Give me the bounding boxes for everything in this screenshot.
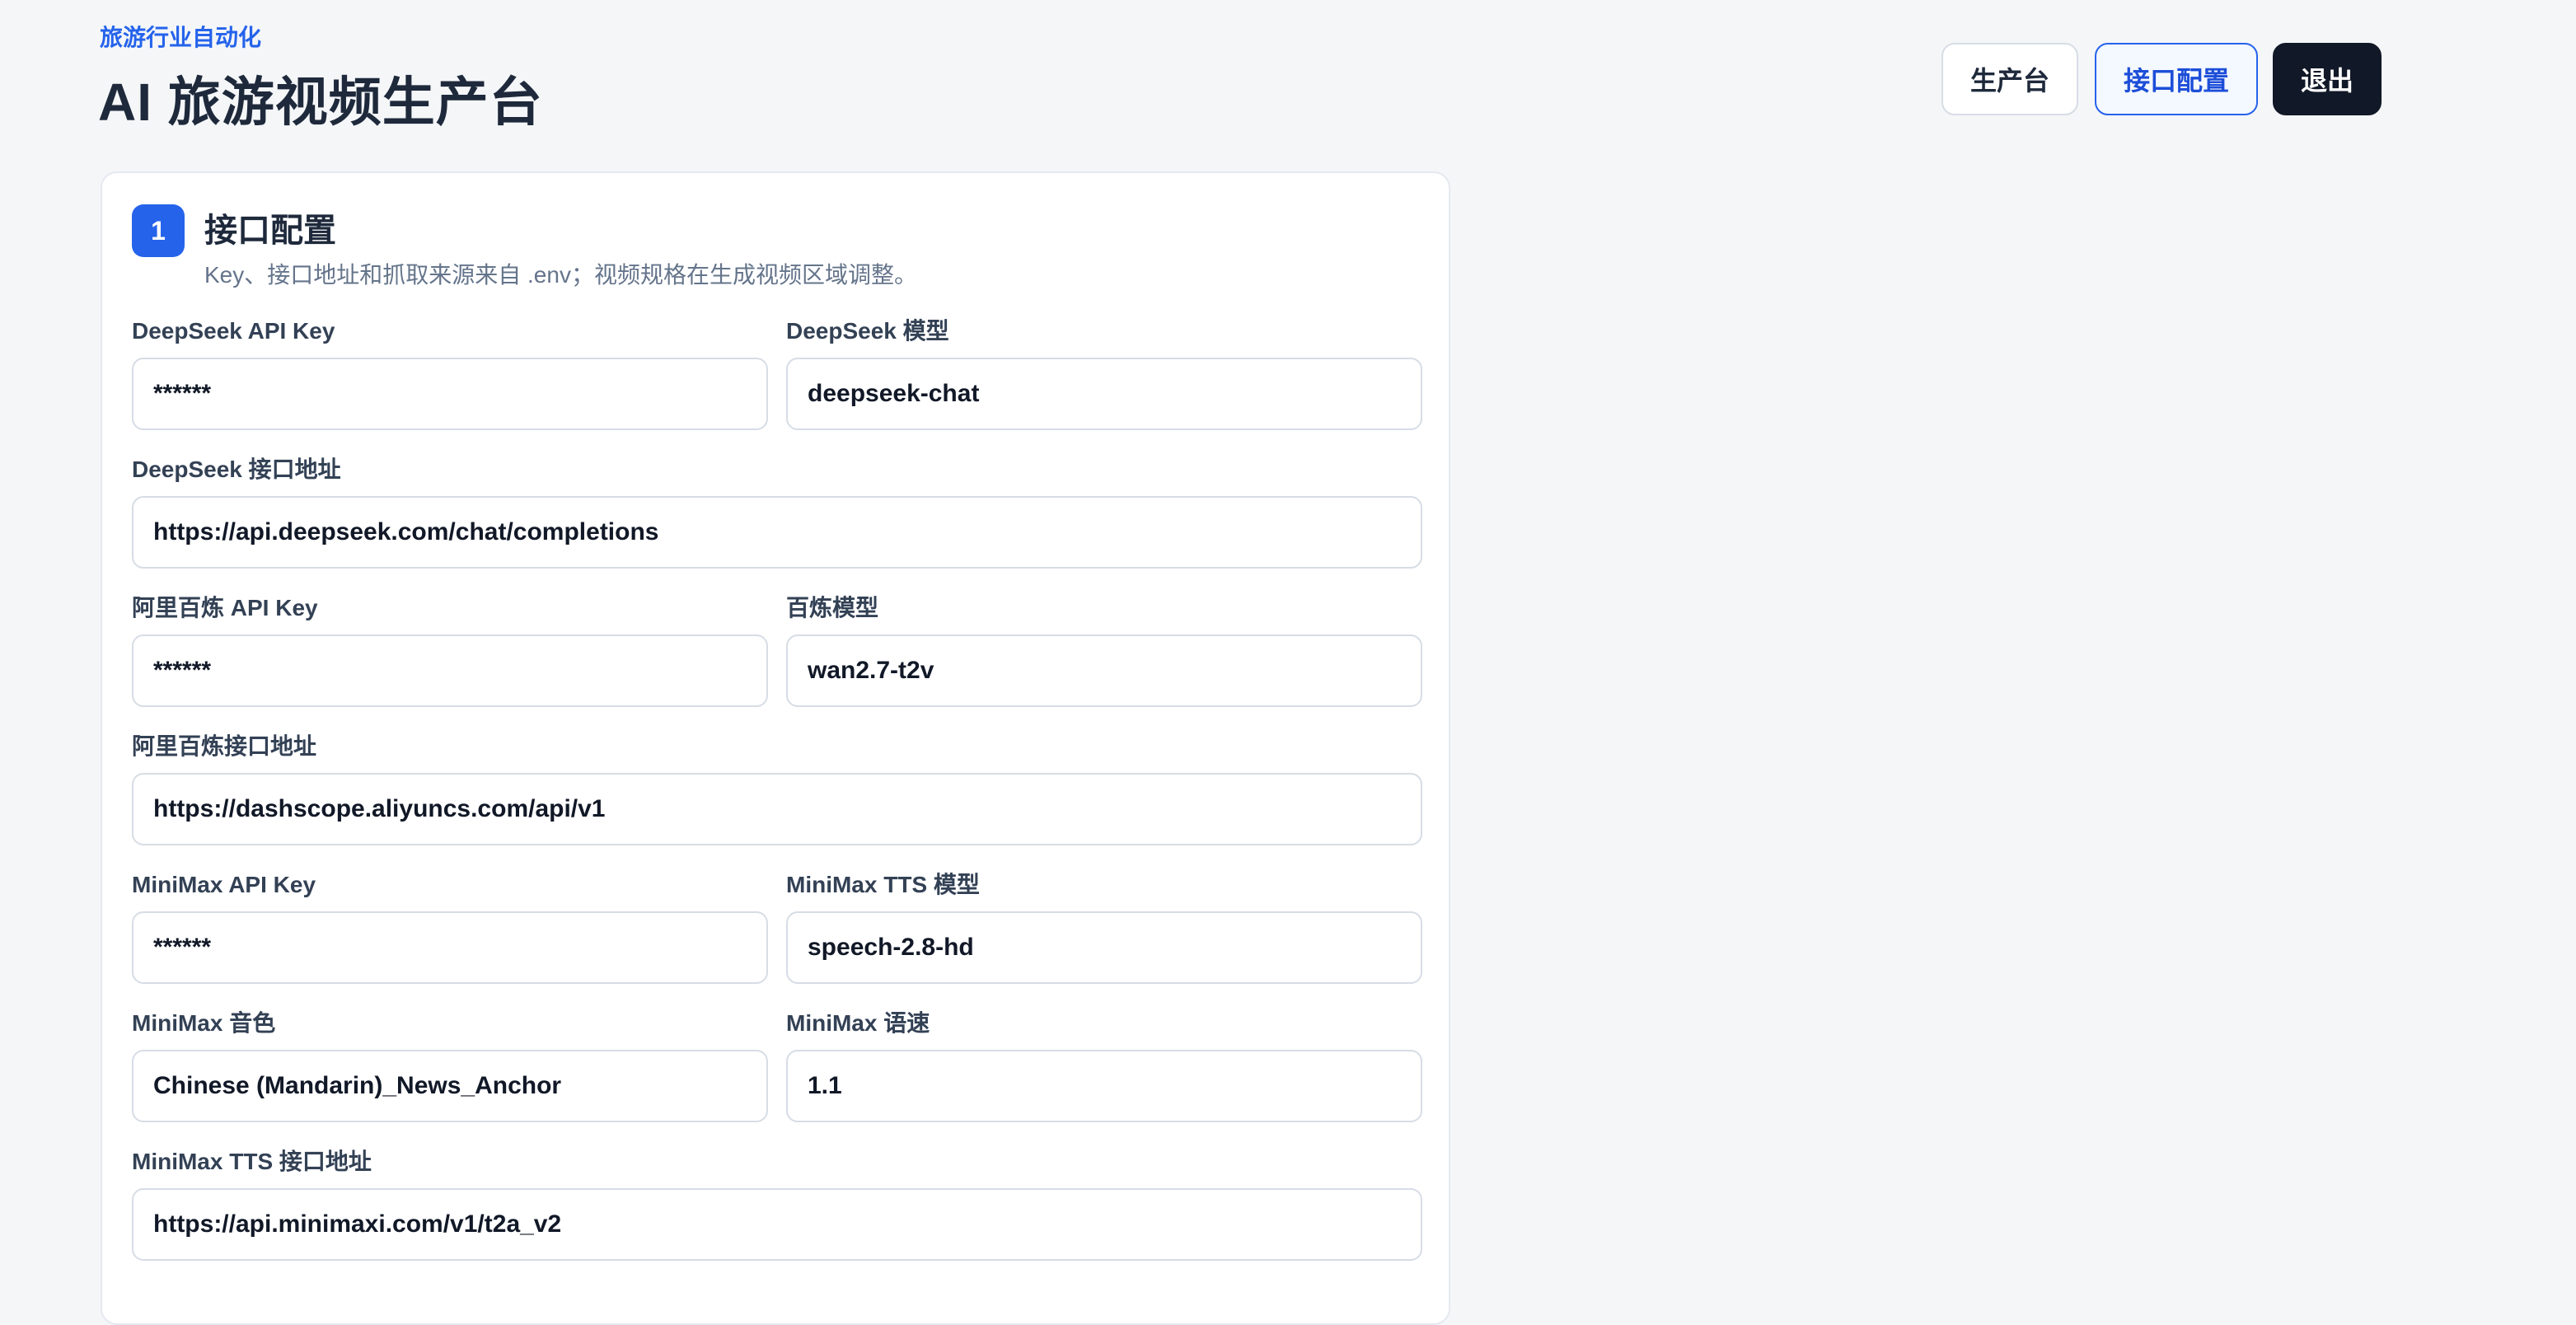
- bailian-endpoint-label: 阿里百炼接口地址: [132, 733, 317, 759]
- minimax-tts-endpoint-field: MiniMax TTS 接口地址: [132, 1145, 1422, 1261]
- deepseek-endpoint-field: DeepSeek 接口地址: [132, 453, 1422, 569]
- production-button[interactable]: 生产台: [1941, 43, 2078, 115]
- step-badge: 1: [132, 204, 185, 257]
- bailian-api-key-input[interactable]: [132, 634, 768, 707]
- bailian-api-key-label: 阿里百炼 API Key: [132, 595, 318, 620]
- bailian-model-input[interactable]: [786, 634, 1422, 707]
- bailian-endpoint-input[interactable]: [132, 773, 1422, 845]
- minimax-api-key-input[interactable]: [132, 911, 768, 984]
- deepseek-api-key-field: DeepSeek API Key: [132, 315, 768, 430]
- api-config-button[interactable]: 接口配置: [2095, 43, 2258, 115]
- deepseek-model-field: DeepSeek 模型: [786, 315, 1422, 430]
- minimax-speed-field: MiniMax 语速: [786, 1007, 1422, 1122]
- minimax-tts-model-label: MiniMax TTS 模型: [786, 872, 980, 897]
- deepseek-model-input[interactable]: [786, 358, 1422, 430]
- section-description: Key、接口地址和抓取来源来自 .env；视频规格在生成视频区域调整。: [204, 262, 917, 288]
- api-config-card: 1 接口配置 Key、接口地址和抓取来源来自 .env；视频规格在生成视频区域调…: [101, 171, 1450, 1325]
- minimax-tts-model-input[interactable]: [786, 911, 1422, 984]
- bailian-model-label: 百炼模型: [786, 595, 879, 620]
- minimax-speed-label: MiniMax 语速: [786, 1010, 930, 1036]
- bailian-model-field: 百炼模型: [786, 592, 1422, 707]
- deepseek-endpoint-input[interactable]: [132, 496, 1422, 569]
- minimax-tts-endpoint-label: MiniMax TTS 接口地址: [132, 1149, 372, 1174]
- bailian-endpoint-field: 阿里百炼接口地址: [132, 730, 1422, 845]
- deepseek-model-label: DeepSeek 模型: [786, 318, 949, 344]
- logout-button[interactable]: 退出: [2273, 43, 2382, 115]
- minimax-voice-input[interactable]: [132, 1050, 768, 1122]
- deepseek-api-key-input[interactable]: [132, 358, 768, 430]
- bailian-api-key-field: 阿里百炼 API Key: [132, 592, 768, 707]
- minimax-voice-field: MiniMax 音色: [132, 1007, 768, 1122]
- minimax-tts-model-field: MiniMax TTS 模型: [786, 869, 1422, 984]
- minimax-voice-label: MiniMax 音色: [132, 1010, 276, 1036]
- minimax-tts-endpoint-input[interactable]: [132, 1188, 1422, 1261]
- minimax-speed-input[interactable]: [786, 1050, 1422, 1122]
- header-eyebrow: 旅游行业自动化: [100, 25, 262, 50]
- minimax-api-key-label: MiniMax API Key: [132, 872, 316, 897]
- deepseek-api-key-label: DeepSeek API Key: [132, 318, 335, 344]
- section-title: 接口配置: [204, 213, 336, 249]
- minimax-api-key-field: MiniMax API Key: [132, 869, 768, 984]
- page-title: AI 旅游视频生产台: [98, 73, 543, 132]
- deepseek-endpoint-label: DeepSeek 接口地址: [132, 456, 341, 482]
